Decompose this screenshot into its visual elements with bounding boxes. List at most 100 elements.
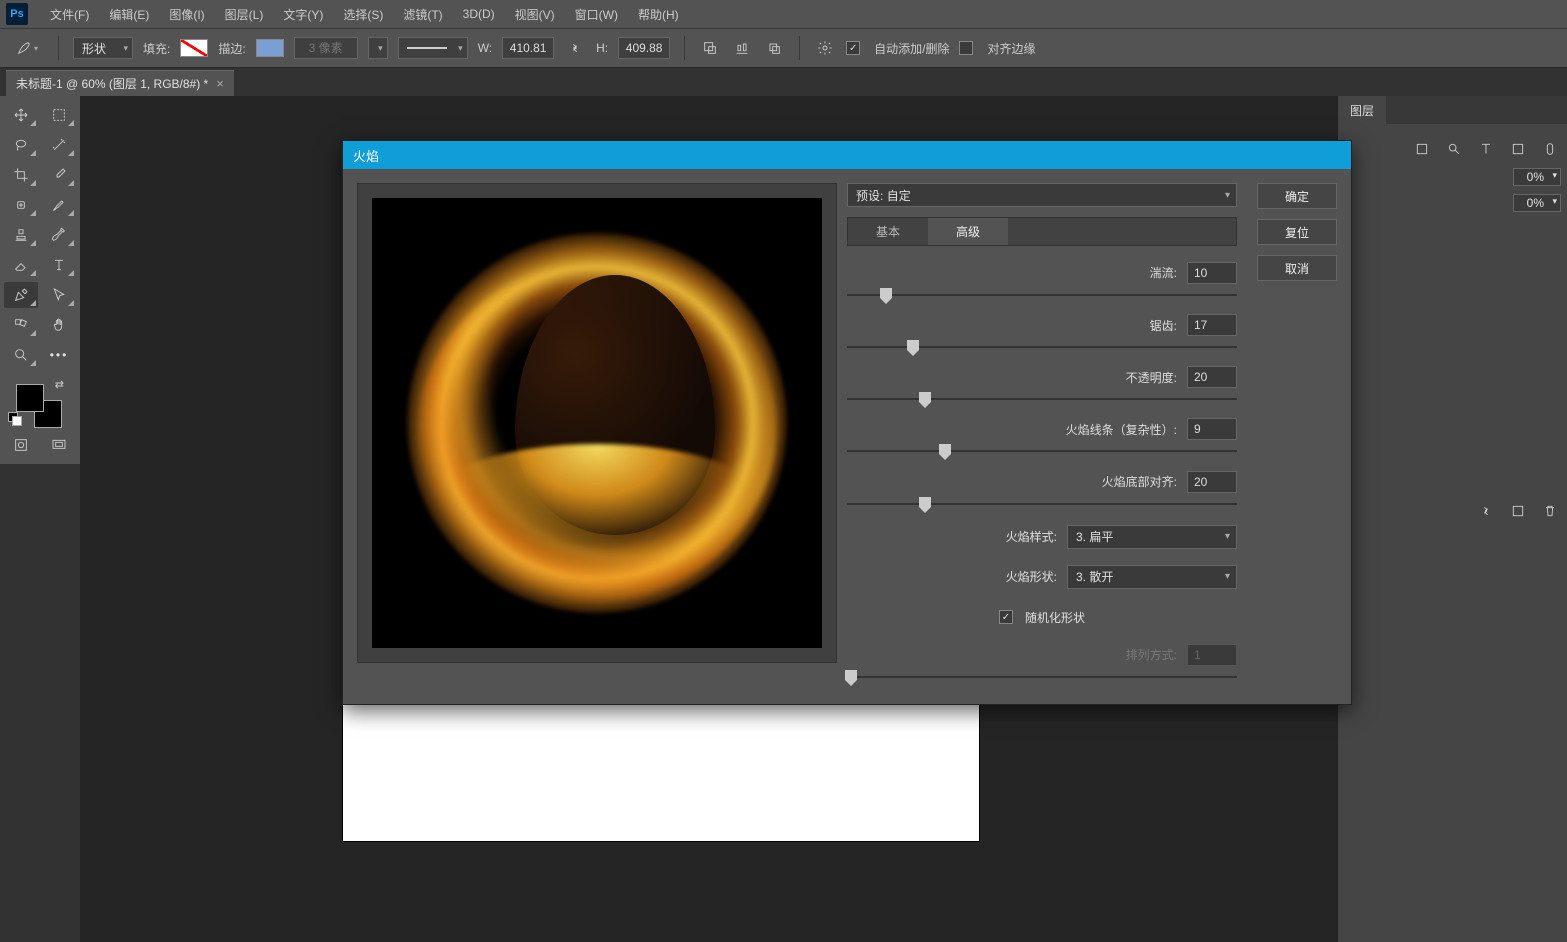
document-tab-title: 未标题-1 @ 60% (图层 1, RGB/8#) * [16, 75, 208, 92]
turbulence-label: 湍流: [1150, 264, 1177, 281]
move-tool[interactable] [4, 102, 38, 128]
path-combine-icon[interactable] [699, 37, 721, 59]
opacity-input[interactable] [1187, 366, 1237, 388]
menu-layer[interactable]: 图层(L) [215, 0, 274, 28]
menu-file[interactable]: 文件(F) [40, 0, 99, 28]
stroke-style-dd[interactable] [398, 37, 468, 59]
search-icon[interactable] [1443, 138, 1465, 160]
preset-label: 预设: [856, 187, 883, 204]
tools-panel: ••• ⇄ [0, 96, 80, 464]
menu-edit[interactable]: 编辑(E) [99, 0, 159, 28]
more-tools[interactable]: ••• [42, 342, 76, 368]
turbulence-input[interactable] [1187, 262, 1237, 284]
shape-mode-value: 形状 [82, 40, 106, 57]
panel-footer-icons [1475, 500, 1561, 522]
flame-shape-dropdown[interactable]: 3. 散开 [1067, 565, 1237, 589]
stamp-tool[interactable] [4, 222, 38, 248]
stroke-width-input[interactable] [294, 37, 358, 59]
eraser-tool[interactable] [4, 252, 38, 278]
path-arrange-icon[interactable] [763, 37, 785, 59]
auto-add-label: 自动添加/删除 [874, 40, 949, 57]
tab-basic[interactable]: 基本 [848, 218, 928, 245]
shape-mode-dropdown[interactable]: 形状 [73, 37, 133, 59]
zoom-tool[interactable] [4, 342, 38, 368]
trash-icon[interactable] [1539, 500, 1561, 522]
fill-dropdown[interactable]: 0% [1513, 194, 1561, 212]
random-shape-label: 随机化形状 [1025, 609, 1085, 626]
bottom-align-slider[interactable] [847, 495, 1237, 511]
current-tool-icon[interactable]: ▾ [10, 36, 44, 60]
cancel-button[interactable]: 取消 [1257, 255, 1337, 281]
menu-view[interactable]: 视图(V) [505, 0, 565, 28]
screenmode-icon[interactable] [42, 432, 76, 458]
brush-tool[interactable] [42, 192, 76, 218]
ok-button[interactable]: 确定 [1257, 183, 1337, 209]
opacity-dropdown[interactable]: 0% [1513, 168, 1561, 186]
flame-dialog: 火焰 预设: 自定 基本 高级 湍流: [342, 140, 1352, 705]
bottom-align-label: 火焰底部对齐: [1102, 473, 1177, 490]
opacity-slider[interactable] [847, 390, 1237, 406]
menu-select[interactable]: 选择(S) [333, 0, 393, 28]
path-select-tool[interactable] [42, 282, 76, 308]
filter-shape-icon[interactable] [1507, 138, 1529, 160]
link-layers-icon[interactable] [1475, 500, 1497, 522]
menu-image[interactable]: 图像(I) [159, 0, 214, 28]
bottom-align-input[interactable] [1187, 471, 1237, 493]
magic-wand-tool[interactable] [42, 132, 76, 158]
preset-value: 自定 [887, 187, 911, 204]
filter-type-icon[interactable] [1475, 138, 1497, 160]
type-tool[interactable] [42, 252, 76, 278]
preset-dropdown[interactable]: 预设: 自定 [847, 183, 1237, 207]
swap-colors-icon[interactable]: ⇄ [55, 378, 64, 391]
history-brush-tool[interactable] [42, 222, 76, 248]
complexity-slider[interactable] [847, 442, 1237, 458]
gear-icon[interactable] [814, 37, 836, 59]
fill-swatch[interactable] [180, 39, 208, 57]
menu-bar: Ps 文件(F) 编辑(E) 图像(I) 图层(L) 文字(Y) 选择(S) 滤… [0, 0, 1567, 28]
path-align-icon[interactable] [731, 37, 753, 59]
default-colors-icon[interactable] [8, 412, 22, 426]
new-layer-icon[interactable] [1507, 500, 1529, 522]
reset-button[interactable]: 复位 [1257, 219, 1337, 245]
flame-shape-value: 3. 散开 [1076, 568, 1113, 585]
hand-tool[interactable] [42, 312, 76, 338]
crop-tool[interactable] [4, 162, 38, 188]
auto-add-checkbox[interactable] [846, 41, 860, 55]
jagged-input[interactable] [1187, 314, 1237, 336]
pen-tool[interactable] [4, 282, 38, 308]
link-wh-icon[interactable] [564, 37, 586, 59]
complexity-input[interactable] [1187, 418, 1237, 440]
healing-tool[interactable] [4, 192, 38, 218]
lasso-tool[interactable] [4, 132, 38, 158]
menu-filter[interactable]: 滤镜(T) [393, 0, 452, 28]
filter-toggle-icon[interactable] [1539, 138, 1561, 160]
menu-3d[interactable]: 3D(D) [453, 0, 505, 28]
stroke-swatch[interactable] [256, 39, 284, 57]
fill-label: 填充: [143, 40, 170, 57]
menu-window[interactable]: 窗口(W) [565, 0, 628, 28]
layers-tab[interactable]: 图层 [1338, 96, 1386, 124]
jagged-slider[interactable] [847, 338, 1237, 354]
shape-tool[interactable] [4, 312, 38, 338]
foreground-color[interactable] [16, 384, 44, 412]
menu-help[interactable]: 帮助(H) [628, 0, 689, 28]
flame-style-dropdown[interactable]: 3. 扁平 [1067, 525, 1237, 549]
dialog-title[interactable]: 火焰 [343, 141, 1351, 169]
tab-advanced[interactable]: 高级 [928, 218, 1008, 245]
width-input[interactable] [502, 37, 554, 59]
app-logo: Ps [6, 3, 28, 25]
align-edges-checkbox[interactable] [959, 41, 973, 55]
flame-shape-label: 火焰形状: [1006, 568, 1057, 585]
jagged-label: 锯齿: [1150, 317, 1177, 334]
document-tab[interactable]: 未标题-1 @ 60% (图层 1, RGB/8#) * × [6, 70, 234, 96]
height-input[interactable] [618, 37, 670, 59]
marquee-tool[interactable] [42, 102, 76, 128]
menu-type[interactable]: 文字(Y) [273, 0, 333, 28]
stroke-width-dd[interactable] [368, 37, 388, 59]
close-icon[interactable]: × [216, 76, 224, 91]
turbulence-slider[interactable] [847, 286, 1237, 302]
filter-layers-icon[interactable] [1411, 138, 1433, 160]
quickmask-icon[interactable] [4, 432, 38, 458]
eyedropper-tool[interactable] [42, 162, 76, 188]
random-shape-checkbox[interactable] [999, 610, 1013, 624]
